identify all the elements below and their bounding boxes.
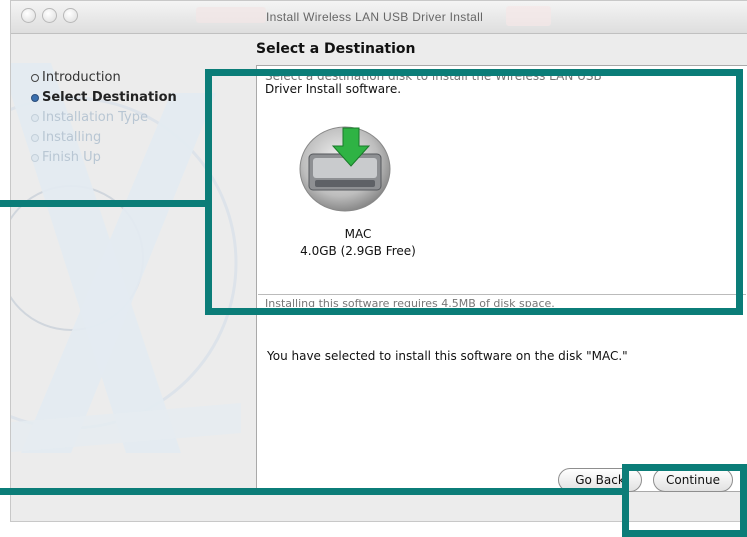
step-bullet-icon: [31, 73, 39, 82]
step-introduction: Introduction: [31, 68, 177, 88]
step-select-destination: Select Destination: [31, 88, 177, 108]
minimize-window-button[interactable]: [42, 8, 57, 23]
titlebar-watermark-icon: [506, 6, 551, 26]
close-window-button[interactable]: [21, 8, 36, 23]
step-installing: Installing: [31, 128, 177, 148]
continue-callout-line: [0, 488, 623, 495]
step-finish-up: Finish Up: [31, 148, 177, 168]
title-bar: Install Wireless LAN USB Driver Install: [11, 1, 747, 34]
window-title: Install Wireless LAN USB Driver Install: [266, 10, 484, 24]
installer-steps: Introduction Select Destination Installa…: [31, 68, 177, 168]
selection-message: You have selected to install this softwa…: [267, 349, 628, 363]
disk-highlight-box: [205, 69, 743, 315]
step-bullet-icon: [31, 153, 39, 162]
step-installation-type: Installation Type: [31, 108, 177, 128]
continue-highlight-box: [622, 464, 747, 537]
step-bullet-icon: [31, 133, 39, 142]
zoom-window-button[interactable]: [63, 8, 78, 23]
step-bullet-icon: [31, 93, 39, 102]
disk-callout-line: [0, 200, 206, 207]
page-title: Select a Destination: [256, 41, 416, 57]
step-bullet-icon: [31, 113, 39, 122]
